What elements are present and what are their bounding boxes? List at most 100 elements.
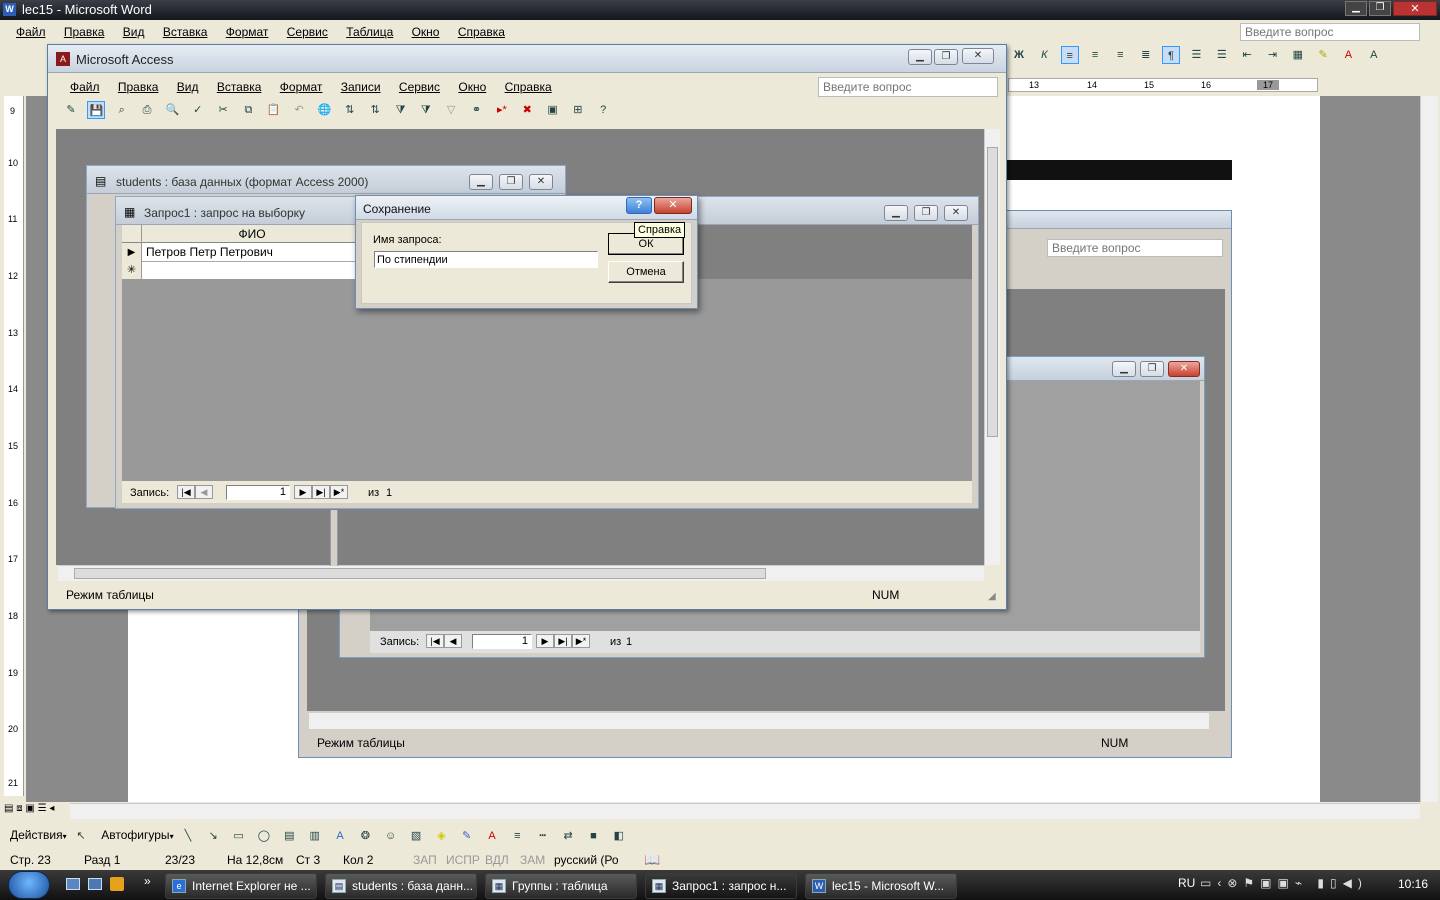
next-record-button[interactable]: ▶ bbox=[294, 485, 312, 499]
tray-icons[interactable]: ▭‹⊗⚑▣▣⌁ ▮▯◀) bbox=[1200, 876, 1368, 890]
access-ask-input[interactable] bbox=[818, 77, 998, 97]
prev-record-button[interactable]: ◀ bbox=[195, 485, 213, 499]
background-close-button[interactable]: ✕ bbox=[1168, 361, 1200, 377]
access-vscroll[interactable] bbox=[984, 129, 1000, 565]
taskbar-item-students[interactable]: ▤ students : база данн... bbox=[325, 873, 477, 899]
access-menu-window[interactable]: Окно bbox=[458, 80, 486, 94]
shadow-icon[interactable]: ■ bbox=[584, 827, 602, 845]
word-hscroll[interactable] bbox=[70, 803, 1420, 819]
background-minimize-button[interactable]: ▁ bbox=[1112, 361, 1136, 377]
table-row[interactable]: ▶ Петров Петр Петрович bbox=[122, 243, 362, 262]
undo-icon[interactable]: ↶ bbox=[290, 101, 308, 119]
sort-ascending-icon[interactable]: ⇅ bbox=[341, 101, 359, 119]
query-restore-button[interactable]: ❐ bbox=[914, 205, 938, 221]
dialog-close-button[interactable]: ✕ bbox=[654, 197, 692, 214]
textbox-icon[interactable]: ▤ bbox=[280, 827, 298, 845]
access-minimize-button[interactable]: ▁ bbox=[908, 49, 932, 65]
justify-icon[interactable]: ≣ bbox=[1137, 46, 1155, 64]
font-color-icon[interactable]: A bbox=[1339, 46, 1357, 64]
print-icon[interactable]: ⎙ bbox=[138, 101, 156, 119]
first-record-button[interactable]: |◀ bbox=[177, 485, 195, 499]
draw-actions-menu[interactable]: Действия bbox=[10, 828, 63, 842]
diagram-icon[interactable]: ❂ bbox=[356, 827, 374, 845]
db-restore-button[interactable]: ❐ bbox=[499, 174, 523, 190]
save-icon[interactable]: 💾 bbox=[87, 101, 106, 119]
oval-icon[interactable]: ◯ bbox=[255, 827, 273, 845]
sort-descending-icon[interactable]: ⇅ bbox=[366, 101, 384, 119]
access-menu-format[interactable]: Формат bbox=[280, 80, 323, 94]
record-selector-icon[interactable]: ▶ bbox=[122, 243, 142, 262]
show-desktop-icon[interactable] bbox=[66, 878, 80, 890]
query-close-button[interactable]: ✕ bbox=[944, 205, 968, 221]
word-menu-view[interactable]: Вид bbox=[123, 25, 145, 39]
new-record-row[interactable]: ✳ bbox=[122, 262, 362, 279]
word-menu-window[interactable]: Окно bbox=[412, 25, 440, 39]
line-color-icon[interactable]: ✎ bbox=[458, 827, 476, 845]
styles-icon[interactable]: A bbox=[1365, 46, 1383, 64]
taskbar-item-groups[interactable]: ▦ Группы : таблица bbox=[485, 873, 637, 899]
paragraph-mark-icon[interactable]: ¶ bbox=[1162, 46, 1181, 64]
quicklaunch-more-icon[interactable]: » bbox=[144, 874, 151, 888]
word-menu-help[interactable]: Справка bbox=[458, 25, 505, 39]
clipart-icon[interactable]: ☺ bbox=[382, 827, 400, 845]
align-left-icon[interactable]: ≡ bbox=[1060, 46, 1079, 64]
align-right-icon[interactable]: ≡ bbox=[1111, 46, 1129, 64]
word-menu-tools[interactable]: Сервис bbox=[287, 25, 328, 39]
copy-icon[interactable]: ⧉ bbox=[239, 101, 257, 119]
database-window-icon[interactable]: ▣ bbox=[544, 101, 562, 119]
access-menu-file[interactable]: Файл bbox=[70, 80, 100, 94]
background-ask-input[interactable] bbox=[1047, 239, 1223, 257]
background-record-number[interactable]: 1 bbox=[472, 634, 532, 649]
close-button[interactable]: ✕ bbox=[1393, 1, 1437, 16]
new-record-icon[interactable]: ▸* bbox=[493, 101, 511, 119]
access-menu-view[interactable]: Вид bbox=[177, 80, 199, 94]
access-hscroll[interactable] bbox=[58, 565, 984, 581]
access-menu-help[interactable]: Справка bbox=[505, 80, 552, 94]
start-button[interactable] bbox=[8, 871, 50, 899]
line-icon[interactable]: ╲ bbox=[179, 827, 197, 845]
last-record-button[interactable]: ▶| bbox=[312, 485, 330, 499]
word-menu-table[interactable]: Таблица bbox=[346, 25, 393, 39]
next-record-icon[interactable]: ▶ ▶| ▶* bbox=[536, 634, 590, 648]
view-icon[interactable]: ✎ bbox=[62, 101, 80, 119]
cut-icon[interactable]: ✂ bbox=[214, 101, 232, 119]
indent-icon[interactable]: ⇥ bbox=[1263, 46, 1281, 64]
cancel-button[interactable]: Отмена bbox=[608, 261, 684, 283]
taskbar-item-query[interactable]: ▦ Запрос1 : запрос н... bbox=[645, 873, 797, 899]
print-preview-icon[interactable]: 🔍 bbox=[163, 101, 181, 119]
vertical-textbox-icon[interactable]: ▥ bbox=[306, 827, 324, 845]
access-restore-button[interactable]: ❐ bbox=[934, 49, 958, 65]
outdent-icon[interactable]: ⇤ bbox=[1238, 46, 1256, 64]
delete-record-icon[interactable]: ✖ bbox=[518, 101, 536, 119]
switch-windows-icon[interactable] bbox=[88, 878, 102, 890]
help-icon[interactable]: ? bbox=[594, 101, 612, 119]
record-number-input[interactable]: 1 bbox=[226, 485, 290, 500]
access-menu-insert[interactable]: Вставка bbox=[217, 80, 262, 94]
word-vscroll[interactable] bbox=[1420, 96, 1438, 802]
access-close-button[interactable]: ✕ bbox=[962, 48, 994, 64]
background-hscroll[interactable] bbox=[309, 713, 1209, 729]
new-record-button[interactable]: ▶* bbox=[330, 485, 348, 499]
minimize-button[interactable]: ▁ bbox=[1345, 1, 1367, 16]
new-object-icon[interactable]: ⊞ bbox=[569, 101, 587, 119]
numbering-icon[interactable]: ☰ bbox=[1187, 46, 1205, 64]
word-menu-file[interactable]: Файл bbox=[16, 25, 46, 39]
first-record-icon[interactable]: |◀ ◀ bbox=[426, 634, 462, 648]
word-menu-format[interactable]: Формат bbox=[226, 25, 269, 39]
wordart-icon[interactable]: A bbox=[331, 827, 349, 845]
3d-icon[interactable]: ◧ bbox=[610, 827, 628, 845]
word-menu-insert[interactable]: Вставка bbox=[163, 25, 208, 39]
access-menu-edit[interactable]: Правка bbox=[118, 80, 159, 94]
clock[interactable]: 10:16 bbox=[1398, 877, 1428, 891]
filter-form-icon[interactable]: ⧩ bbox=[417, 101, 435, 119]
db-minimize-button[interactable]: ▁ bbox=[469, 174, 493, 190]
arrow-style-icon[interactable]: ⇄ bbox=[559, 827, 577, 845]
query-minimize-button[interactable]: ▁ bbox=[884, 205, 908, 221]
word-view-buttons[interactable]: ▤ ⧈ ▣ ☰ ◂ bbox=[4, 803, 68, 819]
resize-grip-icon[interactable]: ◢ bbox=[988, 591, 996, 602]
rectangle-icon[interactable]: ▭ bbox=[230, 827, 248, 845]
query-name-input[interactable]: По стипендии bbox=[374, 251, 598, 268]
media-player-icon[interactable] bbox=[110, 877, 124, 891]
apply-filter-icon[interactable]: ▽ bbox=[442, 101, 460, 119]
word-ask-input[interactable] bbox=[1240, 23, 1420, 41]
